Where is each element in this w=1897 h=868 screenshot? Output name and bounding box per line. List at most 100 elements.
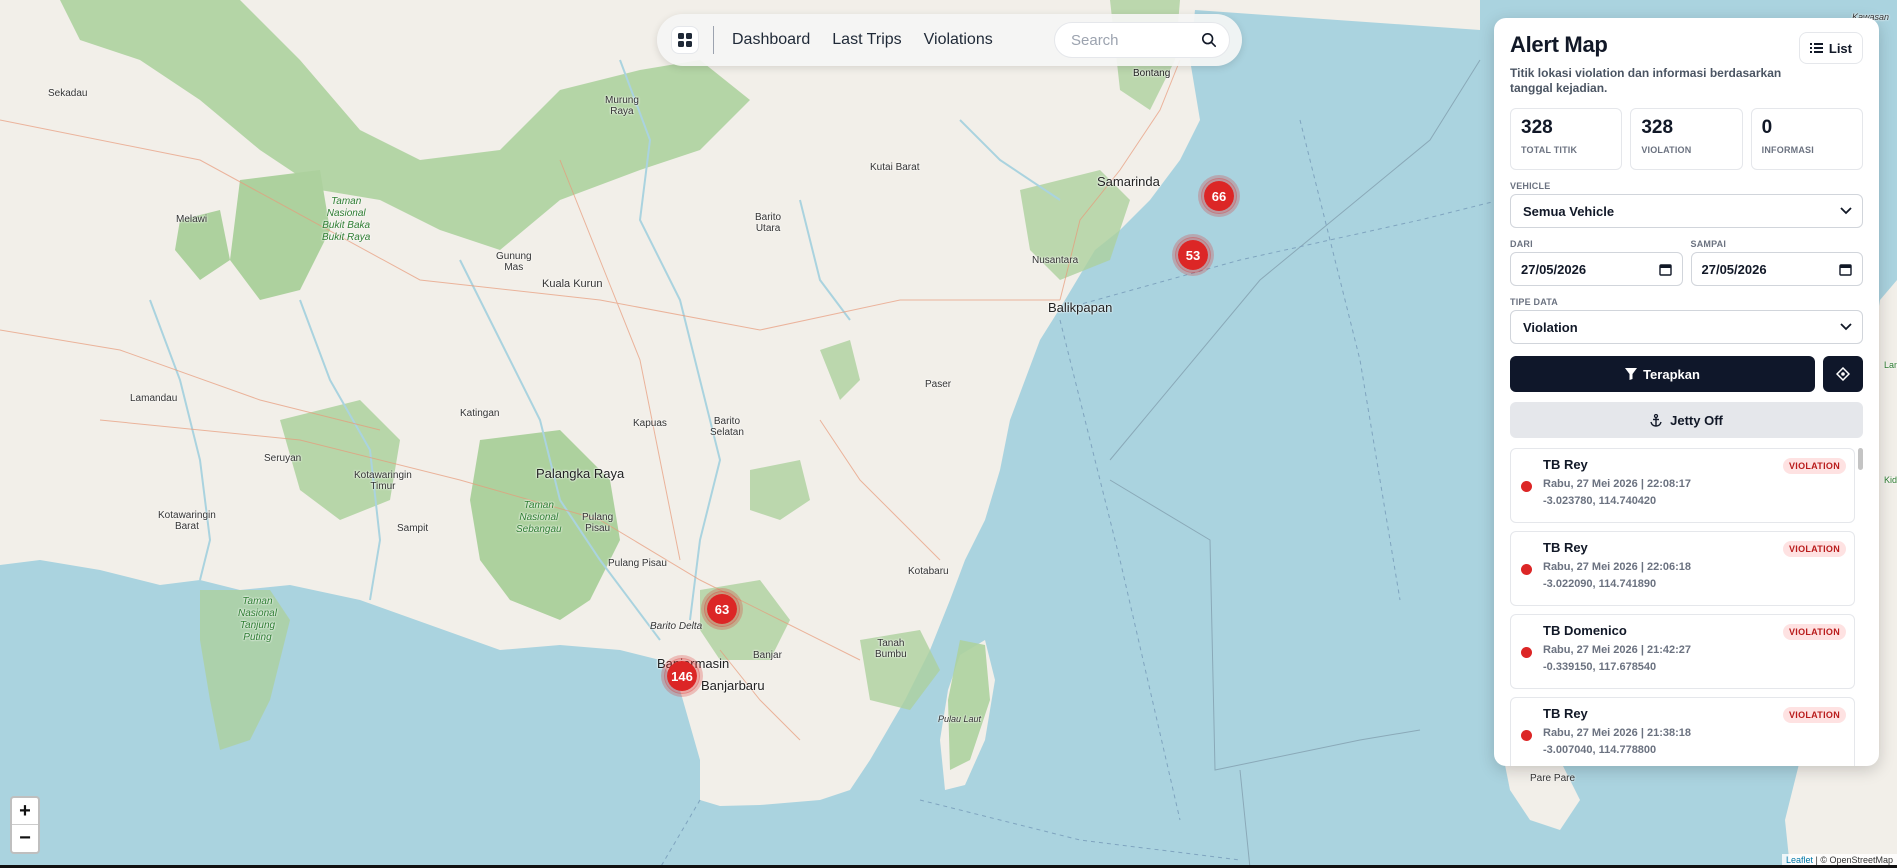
list-button[interactable]: List (1798, 32, 1863, 64)
nav-link-dashboard[interactable]: Dashboard (732, 31, 810, 49)
type-select-value: Violation (1523, 319, 1578, 335)
cluster-marker[interactable]: 66 (1201, 178, 1237, 214)
place-barito-delta: Barito Delta (650, 621, 703, 632)
cluster-marker[interactable]: 146 (664, 658, 700, 694)
zoom-control: + − (10, 796, 40, 854)
place-balikpapan: Balikpapan (1048, 300, 1113, 315)
leaflet-link[interactable]: Leaflet (1786, 855, 1813, 865)
nav-divider (713, 26, 714, 54)
place-barito-utara: Barito Utara (755, 212, 782, 234)
violation-dot-icon (1521, 647, 1532, 658)
place-pulau-laut: Pulau Laut (938, 714, 982, 724)
vehicle-select[interactable]: Semua Vehicle (1510, 194, 1863, 228)
place-palangka-raya: Palangka Raya (536, 466, 625, 481)
place-kutai-barat: Kutai Barat (870, 162, 920, 173)
stat-violation: 328 VIOLATION (1630, 108, 1743, 170)
list-button-label: List (1828, 40, 1852, 56)
stat-total-titik: 328 TOTAL TITIK (1510, 108, 1623, 170)
place-tanah-bumbu: Tanah Bumbu (875, 638, 907, 660)
to-date-value: 27/05/2026 (1701, 261, 1767, 277)
place-bontang: Bontang (1133, 68, 1171, 79)
stat-label: VIOLATION (1641, 145, 1692, 155)
nav-link-last-trips[interactable]: Last Trips (832, 31, 901, 49)
locate-button[interactable] (1823, 356, 1863, 392)
vehicle-select-value: Semua Vehicle (1523, 203, 1615, 219)
violation-badge: VIOLATION (1782, 541, 1846, 557)
place-banjar: Banjar (753, 650, 782, 661)
zoom-in-button[interactable]: + (12, 798, 38, 825)
place-pulang-pisau-region: Pulang Pisau (582, 512, 614, 534)
cluster-marker[interactable]: 63 (704, 591, 740, 627)
vehicle-label: VEHICLE (1510, 181, 1551, 191)
place-gunung-mas: Gunung Mas (496, 251, 532, 273)
apps-grid-button[interactable] (671, 26, 699, 54)
search-icon[interactable] (1201, 31, 1217, 49)
place-kotawaringin-timur: Kotawaringin Timur (354, 470, 412, 492)
place-lamandau: Lamandau (130, 393, 178, 404)
alert-item[interactable]: TB Rey VIOLATION Rabu, 27 Mei 2026 | 21:… (1510, 697, 1855, 766)
top-nav: Dashboard Last Trips Violations (657, 14, 1242, 66)
place-kapuas: Kapuas (633, 418, 667, 429)
calendar-icon[interactable] (1658, 263, 1672, 276)
alert-panel: Alert Map List Titik lokasi violation da… (1494, 18, 1879, 766)
search-box (1054, 22, 1230, 58)
jetty-toggle-label: Jetty Off (1670, 412, 1723, 428)
cluster-marker[interactable]: 53 (1175, 237, 1211, 273)
place-nusantara: Nusantara (1032, 255, 1079, 266)
place-sekadau: Sekadau (48, 88, 88, 99)
anchor-icon (1650, 413, 1662, 427)
place-katingan: Katingan (460, 408, 500, 419)
alert-item[interactable]: TB Domenico VIOLATION Rabu, 27 Mei 2026 … (1510, 614, 1855, 689)
place-seruyan: Seruyan (264, 453, 302, 464)
place-kuala-kurun: Kuala Kurun (542, 278, 603, 290)
osm-attribution: | © OpenStreetMap (1812, 855, 1893, 865)
place-kotabaru: Kotabaru (908, 566, 949, 577)
stats-row: 328 TOTAL TITIK 328 VIOLATION 0 INFORMAS… (1510, 108, 1863, 170)
alert-timestamp: Rabu, 27 Mei 2026 | 21:42:27 (1543, 644, 1691, 656)
alert-list-scrollbar[interactable] (1858, 448, 1863, 470)
to-date-input[interactable]: 27/05/2026 (1690, 252, 1863, 286)
alert-coordinates: -3.022090, 114.741890 (1543, 578, 1657, 590)
type-label: TIPE DATA (1510, 297, 1558, 307)
stat-value: 0 (1761, 117, 1773, 138)
alert-timestamp: Rabu, 27 Mei 2026 | 22:06:18 (1543, 561, 1691, 573)
chevron-down-icon (1840, 323, 1852, 331)
list-icon (1809, 43, 1823, 53)
violation-badge: VIOLATION (1782, 624, 1846, 640)
place-melawi: Melawi (176, 214, 208, 225)
park-tanjung-puting: Taman Nasional Tanjung Puting (238, 596, 277, 643)
place-pulang-pisau: Pulang Pisau (608, 558, 667, 569)
from-date-value: 27/05/2026 (1521, 261, 1587, 277)
crosshair-icon (1836, 367, 1850, 381)
violation-badge: VIOLATION (1782, 707, 1846, 723)
apply-filter-button[interactable]: Terapkan (1510, 356, 1815, 392)
search-input[interactable] (1071, 31, 1201, 49)
stat-label: TOTAL TITIK (1521, 145, 1578, 155)
alert-coordinates: -3.007040, 114.778800 (1543, 744, 1657, 756)
alert-list[interactable]: TB Rey VIOLATION Rabu, 27 Mei 2026 | 22:… (1510, 448, 1863, 766)
alert-item[interactable]: TB Rey VIOLATION Rabu, 27 Mei 2026 | 22:… (1510, 448, 1855, 523)
chevron-down-icon (1840, 207, 1852, 215)
zoom-out-button[interactable]: − (12, 825, 38, 852)
apply-filter-label: Terapkan (1643, 366, 1700, 382)
violation-dot-icon (1521, 564, 1532, 575)
calendar-icon[interactable] (1839, 263, 1852, 276)
jetty-toggle-button[interactable]: Jetty Off (1510, 402, 1863, 438)
panel-title: Alert Map (1510, 32, 1608, 57)
stat-label: INFORMASI (1761, 145, 1814, 155)
from-date-input[interactable]: 27/05/2026 (1510, 252, 1683, 286)
place-murung-raya: Murung Raya (605, 95, 639, 117)
place-kotawaringin-barat: Kotawaringin Barat (158, 510, 216, 532)
type-select[interactable]: Violation (1510, 310, 1863, 344)
alert-item[interactable]: TB Rey VIOLATION Rabu, 27 Mei 2026 | 22:… (1510, 531, 1855, 606)
park-sebangau: Taman Nasional Sebangau (516, 500, 562, 535)
nav-link-violations[interactable]: Violations (924, 31, 993, 49)
alert-timestamp: Rabu, 27 Mei 2026 | 22:08:17 (1543, 478, 1691, 490)
grid-icon (678, 33, 692, 47)
place-sampit: Sampit (397, 523, 429, 534)
panel-subtitle: Titik lokasi violation dan informasi ber… (1510, 66, 1782, 95)
place-paser: Paser (925, 379, 952, 390)
from-label: DARI (1510, 239, 1533, 249)
violation-dot-icon (1521, 481, 1532, 492)
violation-dot-icon (1521, 730, 1532, 741)
